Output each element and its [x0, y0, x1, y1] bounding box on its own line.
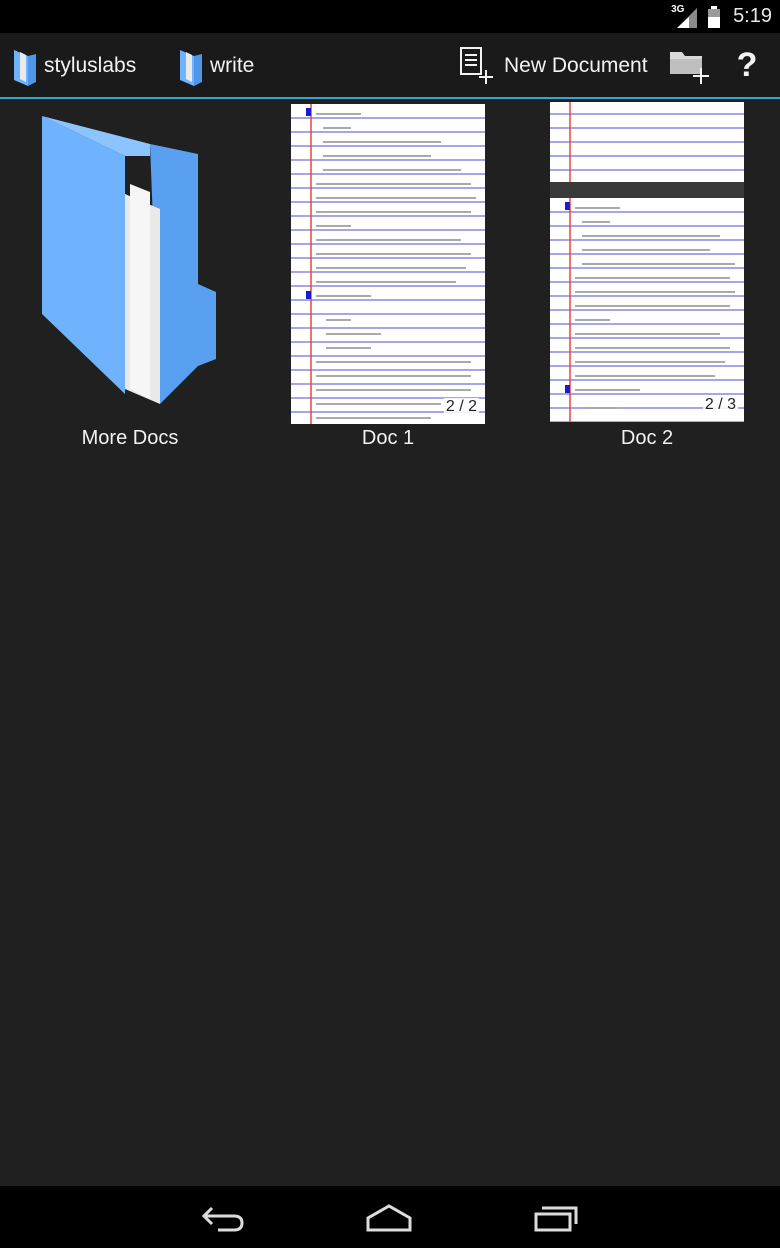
folder-icon	[180, 50, 202, 86]
breadcrumb-styluslabs[interactable]: styluslabs	[12, 45, 136, 87]
back-icon[interactable]	[198, 1200, 248, 1234]
help-button[interactable]: ?	[734, 44, 760, 86]
breadcrumb-label: styluslabs	[44, 54, 137, 77]
status-time: 5:19	[733, 5, 772, 27]
folder-item-more-docs[interactable]: More Docs	[10, 100, 250, 460]
action-bar: styluslabs write New Document	[0, 33, 780, 99]
document-thumbnail: 2 / 3	[550, 102, 744, 422]
home-icon[interactable]	[364, 1200, 414, 1234]
page-count: 2 / 2	[443, 398, 479, 416]
document-thumbnail: 2 / 2	[291, 104, 485, 424]
breadcrumb-label: write	[210, 54, 255, 77]
breadcrumb-write[interactable]: write	[178, 45, 254, 87]
screen: 3G 5:19 styluslabs write New Document ? …	[0, 0, 780, 1248]
document-item-doc-2[interactable]: 2 / 3 Doc 2	[520, 100, 774, 460]
item-label: More Docs	[81, 427, 179, 449]
status-bar: 3G 5:19	[0, 0, 780, 33]
new-document-label: New Document	[504, 54, 648, 77]
folder-icon	[42, 116, 216, 404]
notebook-page-thumbnail	[550, 102, 744, 422]
new-document-button[interactable]: New Document	[458, 45, 648, 87]
recent-apps-icon[interactable]	[532, 1200, 582, 1234]
signal-icon: 3G	[671, 3, 699, 28]
document-item-doc-1[interactable]: 2 / 2 Doc 1	[260, 100, 516, 460]
notebook-page-thumbnail	[291, 104, 485, 424]
item-label: Doc 2	[620, 427, 674, 449]
page-count: 2 / 3	[702, 396, 738, 414]
new-document-icon	[460, 47, 493, 84]
item-label: Doc 1	[361, 427, 415, 449]
folder-icon	[14, 50, 36, 86]
network-type: 3G	[671, 3, 685, 15]
new-folder-button[interactable]	[668, 46, 710, 88]
battery-icon	[708, 5, 721, 28]
navigation-bar	[0, 1186, 780, 1248]
